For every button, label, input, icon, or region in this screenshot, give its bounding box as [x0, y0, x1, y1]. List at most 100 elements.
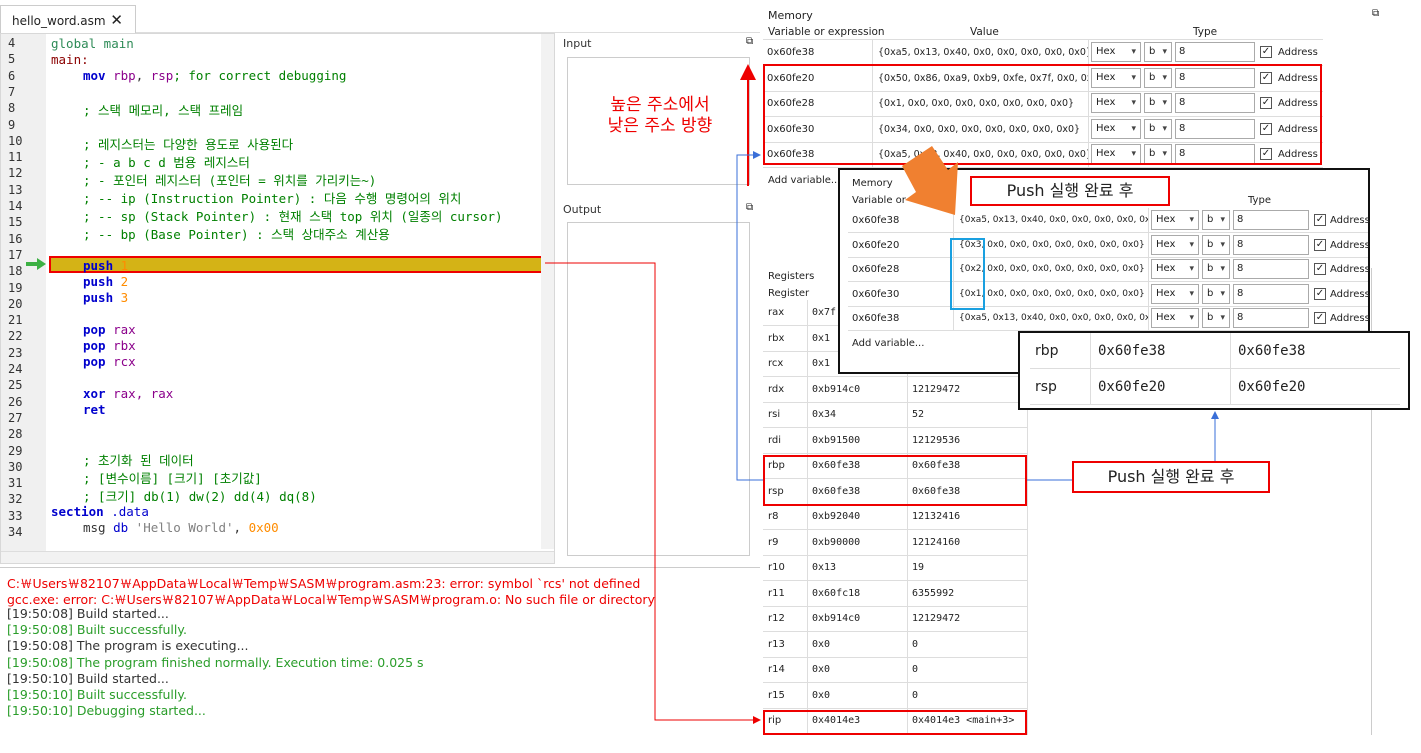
editor-vertical-scrollbar[interactable] — [541, 34, 554, 549]
line-number: 4 — [8, 36, 16, 50]
register-row-r8: r8 0xb92040 12132416 — [763, 504, 1027, 530]
overlay-format-select[interactable]: Hex — [1151, 308, 1199, 328]
zoom-divider — [1230, 369, 1231, 405]
line-number: 19 — [8, 280, 23, 295]
memory-title: Memory — [768, 9, 813, 22]
zoom-register-rbp: rbp 0x60fe38 0x60fe38 — [1030, 333, 1400, 369]
register-hex: 0x13 — [812, 562, 837, 573]
registers-title: Registers — [768, 271, 815, 282]
register-hex: 0xb91500 — [812, 434, 861, 446]
register-divider — [807, 402, 808, 428]
line-number: 28 — [8, 427, 23, 442]
close-icon[interactable]: ✕ — [110, 11, 123, 29]
push-done-label-top: Push 실행 완료 후 — [970, 176, 1170, 206]
overlay-format-select[interactable]: Hex — [1151, 234, 1199, 255]
register-hex: 0x1 — [812, 358, 831, 369]
code-line: ; 초기화 된 데이터 — [83, 453, 194, 468]
header-type: Type — [1193, 26, 1218, 38]
overlay-address-checkbox[interactable]: ✓ — [1314, 238, 1326, 251]
overlay-address-checkbox[interactable]: ✓ — [1314, 312, 1326, 324]
code-line: ; [변수이름] [크기] [초기값] — [83, 471, 262, 486]
line-number: 33 — [8, 508, 23, 523]
register-divider — [907, 657, 908, 683]
overlay-header-var: Variable or — [852, 195, 906, 206]
register-dec: 0 — [912, 689, 919, 701]
code-editor[interactable]: global main main: mov rbp, rsp; for corr… — [0, 33, 555, 564]
memory-value: {0xa5, 0x13, 0x40, 0x0, 0x0, 0x0, 0x0, 0… — [874, 40, 1089, 65]
register-name: rdx — [768, 383, 785, 395]
tab-hello-word[interactable]: hello_word.asm ✕ — [0, 5, 136, 33]
register-hex: 0x0 — [812, 638, 831, 650]
address-checkbox[interactable]: ✓ — [1260, 46, 1272, 58]
code-line: ret — [83, 402, 106, 417]
code-line: ; -- ip (Instruction Pointer) : 다음 수행 명령… — [83, 191, 462, 206]
register-name: rbx — [768, 332, 785, 344]
overlay-header-type: Type — [1248, 195, 1271, 206]
register-divider — [907, 606, 908, 632]
unit-select[interactable]: b — [1144, 42, 1172, 62]
line-number: 10 — [8, 133, 23, 148]
register-divider — [807, 504, 808, 530]
log-line: [19:50:08] The program finished normally… — [7, 654, 424, 670]
overlay-add-variable[interactable]: Add variable... — [852, 338, 924, 349]
line-number: 31 — [8, 476, 23, 491]
overlay-count-input[interactable]: 8 — [1233, 210, 1309, 230]
overlay-count-input[interactable]: 8 — [1233, 259, 1309, 279]
overlay-value: {0xa5, 0x13, 0x40, 0x0, 0x0, 0x0, 0x0, 0… — [955, 208, 1149, 233]
overlay-address-checkbox[interactable]: ✓ — [1314, 214, 1326, 226]
overlay-address: 0x60fe38 — [848, 306, 954, 331]
register-divider — [907, 580, 908, 607]
registers-header: Register — [768, 288, 810, 299]
register-name: rsi — [768, 409, 781, 420]
register-divider — [807, 555, 808, 581]
register-row-r15: r15 0x0 0 — [763, 682, 1027, 709]
zoom-register-dec: 0x60fe20 — [1238, 379, 1306, 395]
register-divider — [907, 555, 908, 581]
register-hex: 0xb914c0 — [812, 613, 861, 624]
overlay-count-input[interactable]: 8 — [1233, 308, 1309, 328]
overlay-count-input[interactable]: 8 — [1233, 283, 1309, 304]
undock-icon[interactable]: ⧉ — [1372, 8, 1379, 19]
code-line: ; 레지스터는 다양한 용도로 사용된다 — [83, 137, 294, 152]
overlay-address-checkbox[interactable]: ✓ — [1314, 287, 1326, 300]
log-line: [19:50:10] Build started... — [7, 670, 169, 686]
overlay-address: 0x60fe28 — [848, 257, 954, 282]
add-variable[interactable]: Add variable... — [768, 175, 840, 186]
code-line: pop rcx — [83, 354, 136, 369]
register-divider — [807, 376, 808, 403]
code-line: push 2 — [83, 274, 129, 289]
undock-icon[interactable]: ⧉ — [746, 36, 753, 47]
register-dec: 12129472 — [912, 383, 961, 395]
overlay-format-select[interactable]: Hex — [1151, 210, 1199, 230]
overlay-unit-select[interactable]: b — [1202, 308, 1230, 328]
line-number: 18 — [8, 264, 23, 279]
overlay-count-input[interactable]: 8 — [1233, 234, 1309, 255]
register-hex: 0x60fc18 — [812, 587, 861, 599]
code-line: global main — [51, 36, 134, 51]
overlay-format-select[interactable]: Hex — [1151, 259, 1199, 279]
overlay-address-checkbox[interactable]: ✓ — [1314, 263, 1326, 275]
output-title: Output — [563, 203, 602, 216]
zoomed-registers: rbp 0x60fe38 0x60fe38 rsp 0x60fe20 0x60fe20 — [1018, 331, 1410, 410]
format-select[interactable]: Hex — [1091, 42, 1141, 62]
register-divider — [807, 529, 808, 556]
count-input[interactable]: 8 — [1175, 42, 1255, 62]
register-divider — [907, 529, 908, 556]
overlay-unit-select[interactable]: b — [1202, 259, 1230, 279]
output-box[interactable] — [567, 222, 750, 556]
rbp-rsp-highlight — [763, 455, 1027, 506]
overlay-unit-select[interactable]: b — [1202, 234, 1230, 255]
editor-horizontal-scrollbar[interactable] — [1, 551, 554, 563]
overlay-unit-select[interactable]: b — [1202, 283, 1230, 304]
register-hex: 0xb90000 — [812, 536, 861, 548]
overlay-format-select[interactable]: Hex — [1151, 283, 1199, 304]
register-row-r13: r13 0x0 0 — [763, 631, 1027, 658]
overlay-blue-highlight — [950, 238, 985, 310]
line-number: 7 — [8, 84, 16, 99]
zoom-register-hex: 0x60fe38 — [1098, 343, 1166, 359]
code-line: ; - 포인터 레지스터 (포인터 = 위치를 가리키는~) — [83, 173, 377, 188]
code-line: ; -- bp (Base Pointer) : 스택 상대주소 계산용 — [83, 227, 390, 242]
overlay-unit-select[interactable]: b — [1202, 210, 1230, 230]
undock-icon[interactable]: ⧉ — [746, 202, 753, 213]
code-line: push 1 — [83, 258, 129, 273]
